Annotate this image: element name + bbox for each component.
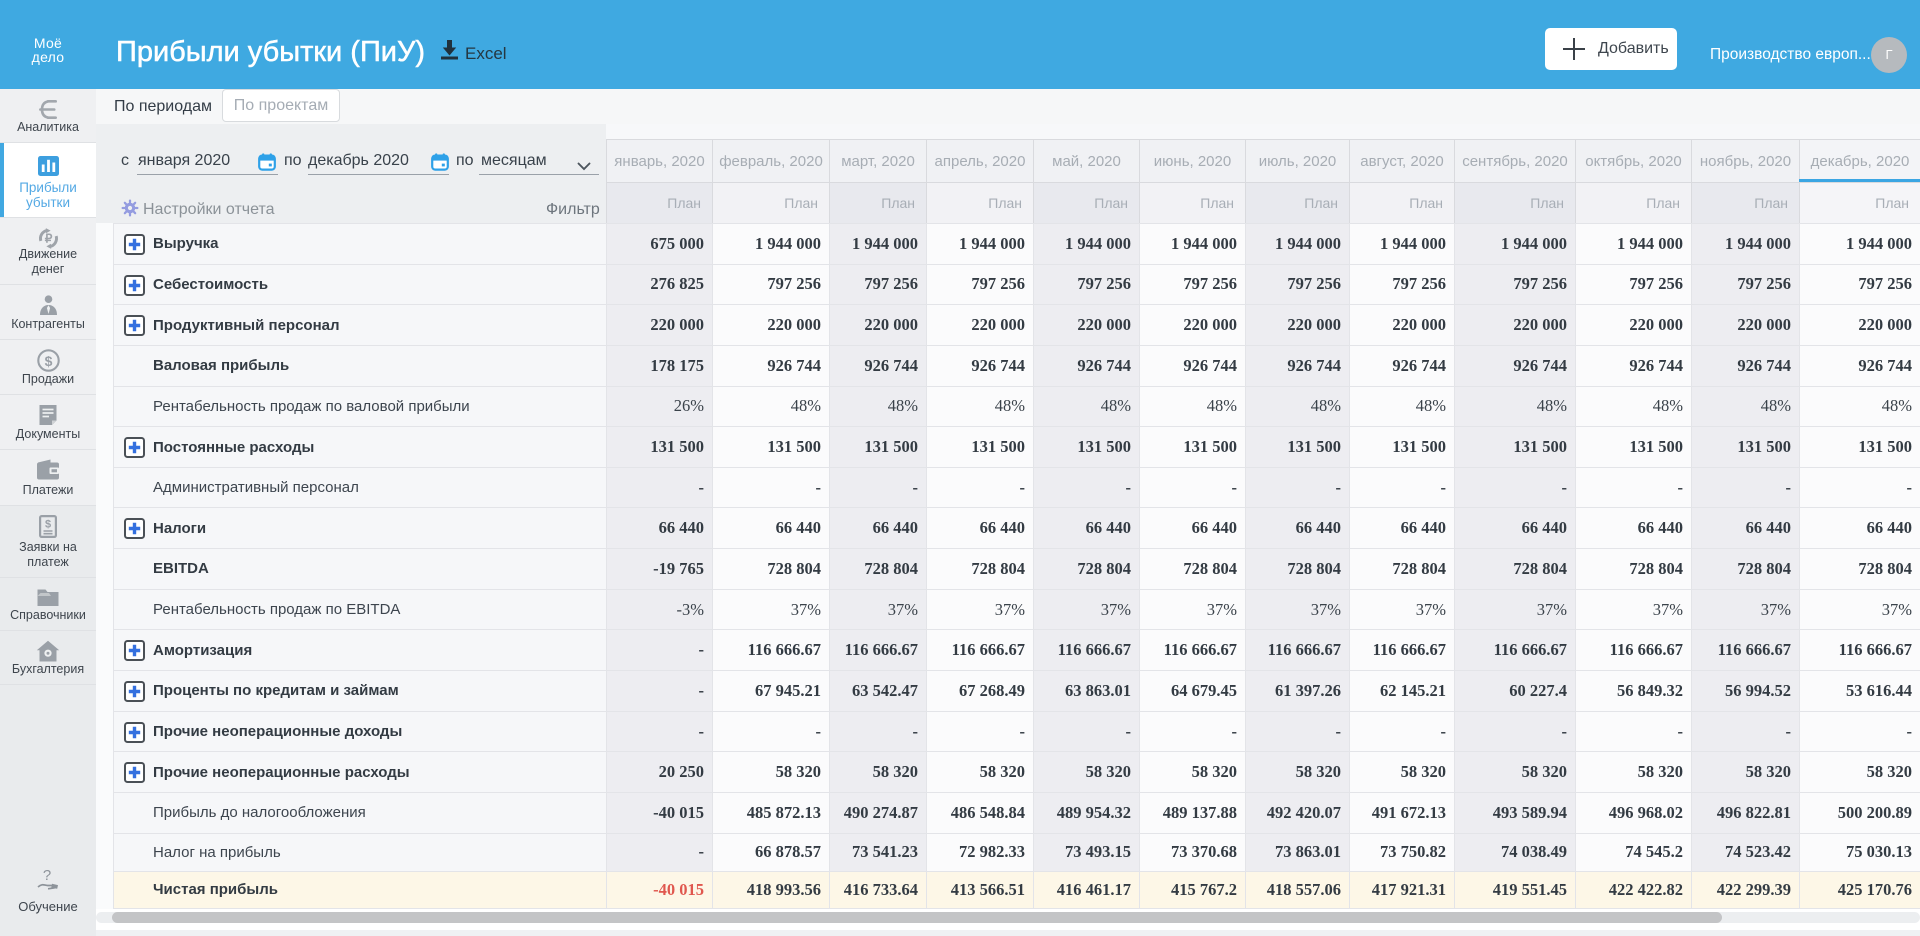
svg-text:?: ? <box>43 867 51 884</box>
svg-text:$: $ <box>45 519 51 531</box>
svg-text:₽: ₽ <box>44 232 52 246</box>
svg-text:$: $ <box>44 353 52 369</box>
